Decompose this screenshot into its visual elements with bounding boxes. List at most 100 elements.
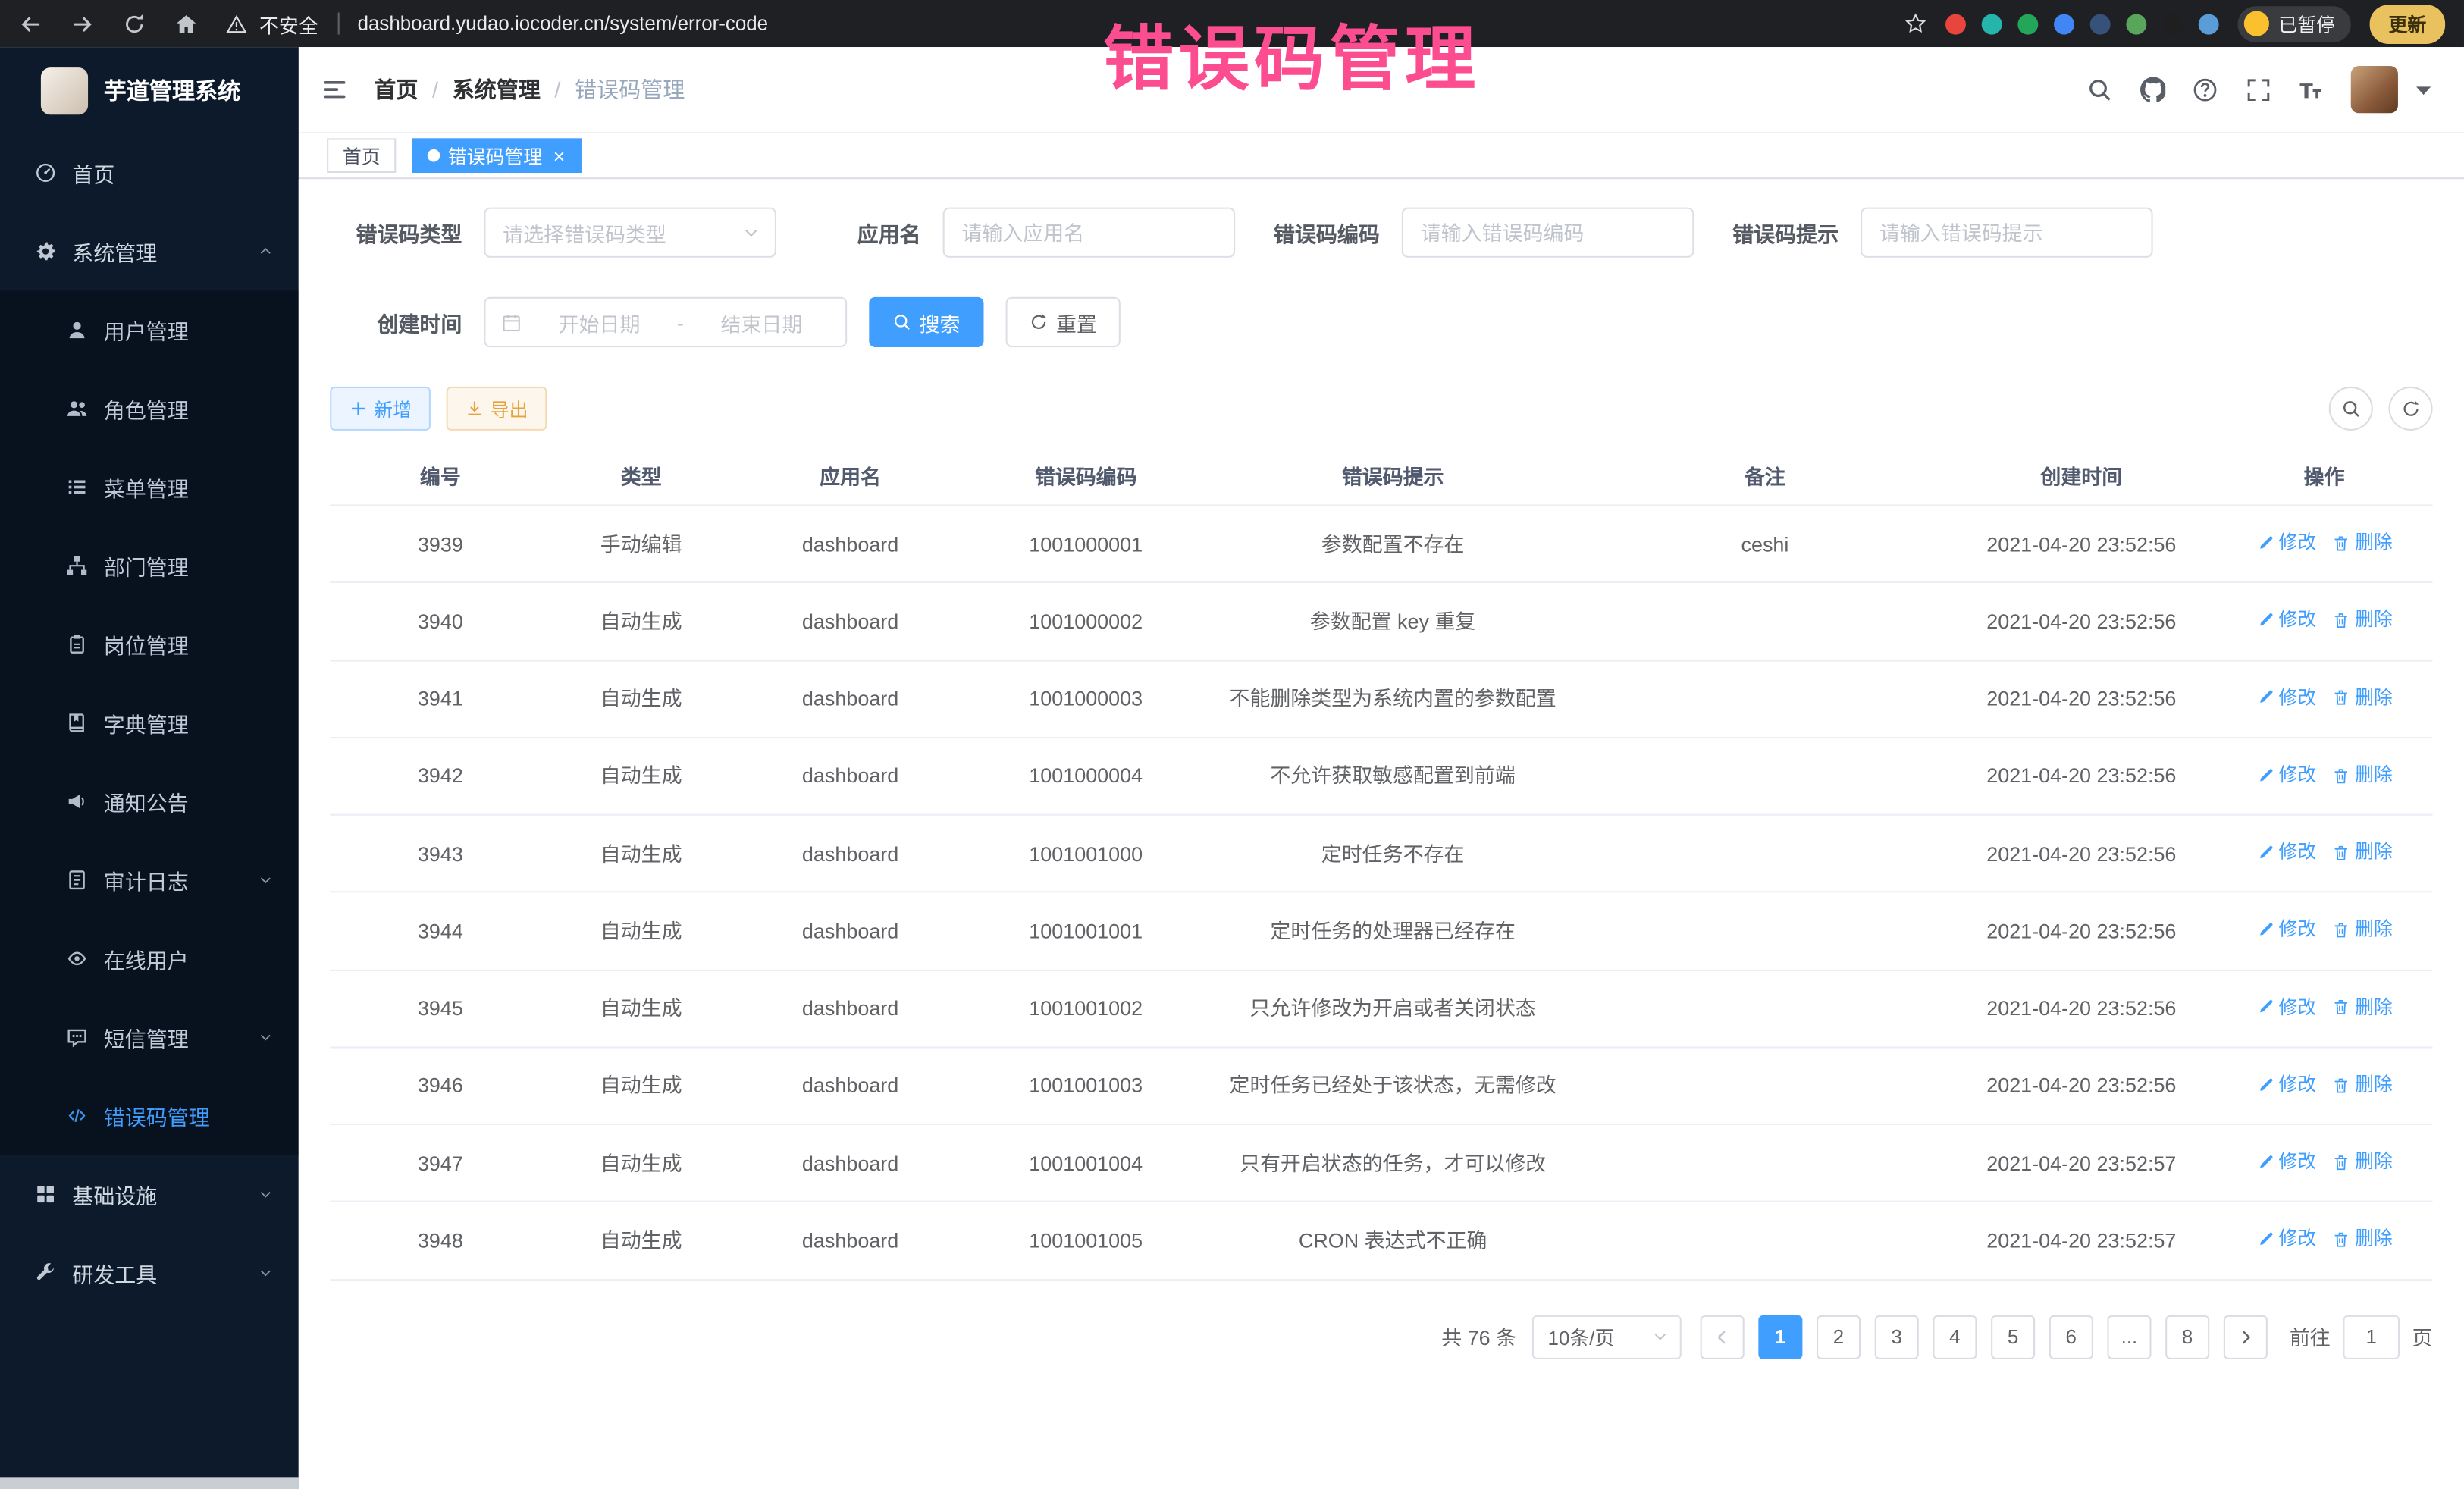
delete-link[interactable]: 删除 (2332, 1224, 2393, 1254)
font-size-icon[interactable] (2297, 77, 2323, 102)
breadcrumb-separator: / (554, 77, 560, 102)
edit-icon (2256, 688, 2274, 707)
close-icon[interactable]: × (553, 146, 566, 166)
sidebar-item-error-code-management[interactable]: 错误码管理 (0, 1077, 299, 1155)
delete-link[interactable]: 删除 (2332, 760, 2393, 790)
reload-icon[interactable] (123, 12, 146, 36)
github-icon[interactable] (2140, 77, 2165, 102)
tag-error-code[interactable]: 错误码管理× (412, 138, 581, 173)
sidebar-item-dev-tools[interactable]: 研发工具 (0, 1234, 299, 1312)
page-button-5[interactable]: 5 (1991, 1315, 2035, 1359)
search-button[interactable]: 搜索 (869, 297, 983, 347)
page-button-2[interactable]: 2 (1817, 1315, 1861, 1359)
back-icon[interactable] (19, 12, 42, 36)
cell-message: 参数配置 key 重复 (1202, 607, 1583, 636)
sidebar-item-home[interactable]: 首页 (0, 133, 299, 212)
toggle-search-button[interactable] (2329, 387, 2373, 431)
edit-link[interactable]: 修改 (2256, 915, 2316, 945)
sidebar-item-menu-management[interactable]: 菜单管理 (0, 448, 299, 527)
edit-link[interactable]: 修改 (2256, 606, 2316, 635)
delete-link[interactable]: 删除 (2332, 683, 2393, 713)
logo[interactable]: 芋道管理系统 (0, 47, 299, 133)
extension-icon-6[interactable] (2126, 14, 2146, 34)
edit-link[interactable]: 修改 (2256, 760, 2316, 790)
edit-link[interactable]: 修改 (2256, 838, 2316, 867)
caret-down-icon[interactable] (2409, 77, 2435, 102)
breadcrumb-item[interactable]: 系统管理 (453, 74, 541, 105)
page-button-4[interactable]: 4 (1933, 1315, 1977, 1359)
paused-badge[interactable]: 已暂停 (2237, 5, 2350, 42)
address-bar[interactable]: 不安全 dashboard.yudao.iocoder.cn/system/er… (226, 8, 768, 38)
sidebar-scrollbar[interactable] (0, 1477, 299, 1489)
error-type-select[interactable]: 请选择错误码类型 (484, 208, 776, 258)
breadcrumb-item[interactable]: 首页 (374, 74, 418, 105)
forward-icon[interactable] (71, 12, 94, 36)
sidebar-item-label: 首页 (72, 157, 114, 188)
extension-icon-3[interactable] (2017, 14, 2038, 34)
delete-link[interactable]: 删除 (2332, 1147, 2393, 1177)
update-button[interactable]: 更新 (2370, 4, 2446, 43)
sidebar-item-infrastructure[interactable]: 基础设施 (0, 1155, 299, 1234)
delete-link[interactable]: 删除 (2332, 528, 2393, 557)
extension-icon-7[interactable] (2162, 14, 2183, 34)
reset-button[interactable]: 重置 (1006, 297, 1121, 347)
sidebar-item-online-users[interactable]: 在线用户 (0, 920, 299, 998)
hamburger-icon[interactable] (321, 75, 349, 103)
app-name-input[interactable] (943, 208, 1236, 258)
sidebar-item-notice[interactable]: 通知公告 (0, 762, 299, 841)
cell-code: 1001000002 (969, 607, 1202, 636)
home-icon[interactable] (174, 12, 198, 36)
page-size-select[interactable]: 10条/页 (1532, 1315, 1682, 1359)
export-button[interactable]: 导出 (447, 387, 547, 431)
refresh-table-button[interactable] (2389, 387, 2433, 431)
edit-link[interactable]: 修改 (2256, 1147, 2316, 1177)
delete-link[interactable]: 删除 (2332, 992, 2393, 1022)
sidebar-item-system-management[interactable]: 系统管理 (0, 212, 299, 291)
pagination-ellipsis[interactable]: ... (2107, 1315, 2151, 1359)
goto-page-input[interactable] (2343, 1315, 2400, 1359)
delete-link[interactable]: 删除 (2332, 838, 2393, 867)
sidebar-item-user-management[interactable]: 用户管理 (0, 290, 299, 369)
fullscreen-icon[interactable] (2245, 77, 2271, 102)
page-button-3[interactable]: 3 (1875, 1315, 1919, 1359)
sidebar-item-label: 基础设施 (72, 1179, 157, 1210)
edit-link[interactable]: 修改 (2256, 683, 2316, 713)
delete-link[interactable]: 删除 (2332, 606, 2393, 635)
sidebar-item-dept-management[interactable]: 部门管理 (0, 526, 299, 605)
next-page-button[interactable] (2224, 1315, 2268, 1359)
cell-id: 3947 (330, 1148, 550, 1177)
edit-link[interactable]: 修改 (2256, 1070, 2316, 1099)
sidebar-item-audit-log[interactable]: 审计日志 (0, 841, 299, 920)
extension-icon-8[interactable] (2199, 14, 2219, 34)
page-button-1[interactable]: 1 (1758, 1315, 1802, 1359)
search-icon[interactable] (2087, 77, 2113, 102)
chevron-right-icon (2236, 1327, 2255, 1346)
prev-page-button[interactable] (1701, 1315, 1745, 1359)
error-message-input[interactable] (1861, 208, 2153, 258)
sidebar-item-sms-management[interactable]: 短信管理 (0, 998, 299, 1077)
error-code-input[interactable] (1402, 208, 1694, 258)
edit-link[interactable]: 修改 (2256, 528, 2316, 557)
edit-link[interactable]: 修改 (2256, 992, 2316, 1022)
edit-link[interactable]: 修改 (2256, 1224, 2316, 1254)
page-button-6[interactable]: 6 (2049, 1315, 2093, 1359)
extension-icon-1[interactable] (1945, 14, 1966, 34)
page-button-8[interactable]: 8 (2165, 1315, 2209, 1359)
extension-icon-5[interactable] (2090, 14, 2111, 34)
add-button[interactable]: 新增 (330, 387, 431, 431)
user-avatar[interactable] (2350, 66, 2397, 113)
help-icon[interactable] (2192, 77, 2218, 102)
sidebar-item-dict-management[interactable]: 字典管理 (0, 684, 299, 763)
table-body: 3939手动编辑dashboard1001000001参数配置不存在ceshi2… (330, 506, 2432, 1280)
sidebar-item-role-management[interactable]: 角色管理 (0, 369, 299, 448)
extension-icon-4[interactable] (2054, 14, 2074, 34)
delete-link[interactable]: 删除 (2332, 915, 2393, 945)
extension-icon-2[interactable] (1982, 14, 2002, 34)
tag-label: 首页 (343, 143, 381, 169)
sidebar-item-post-management[interactable]: 岗位管理 (0, 605, 299, 684)
tag-home[interactable]: 首页 (327, 138, 396, 173)
delete-link[interactable]: 删除 (2332, 1070, 2393, 1099)
bookmark-star-icon[interactable] (1904, 13, 1926, 35)
sidebar: 芋道管理系统 首页系统管理用户管理角色管理菜单管理部门管理岗位管理字典管理通知公… (0, 47, 299, 1489)
date-range-picker[interactable]: 开始日期 - 结束日期 (484, 297, 847, 347)
